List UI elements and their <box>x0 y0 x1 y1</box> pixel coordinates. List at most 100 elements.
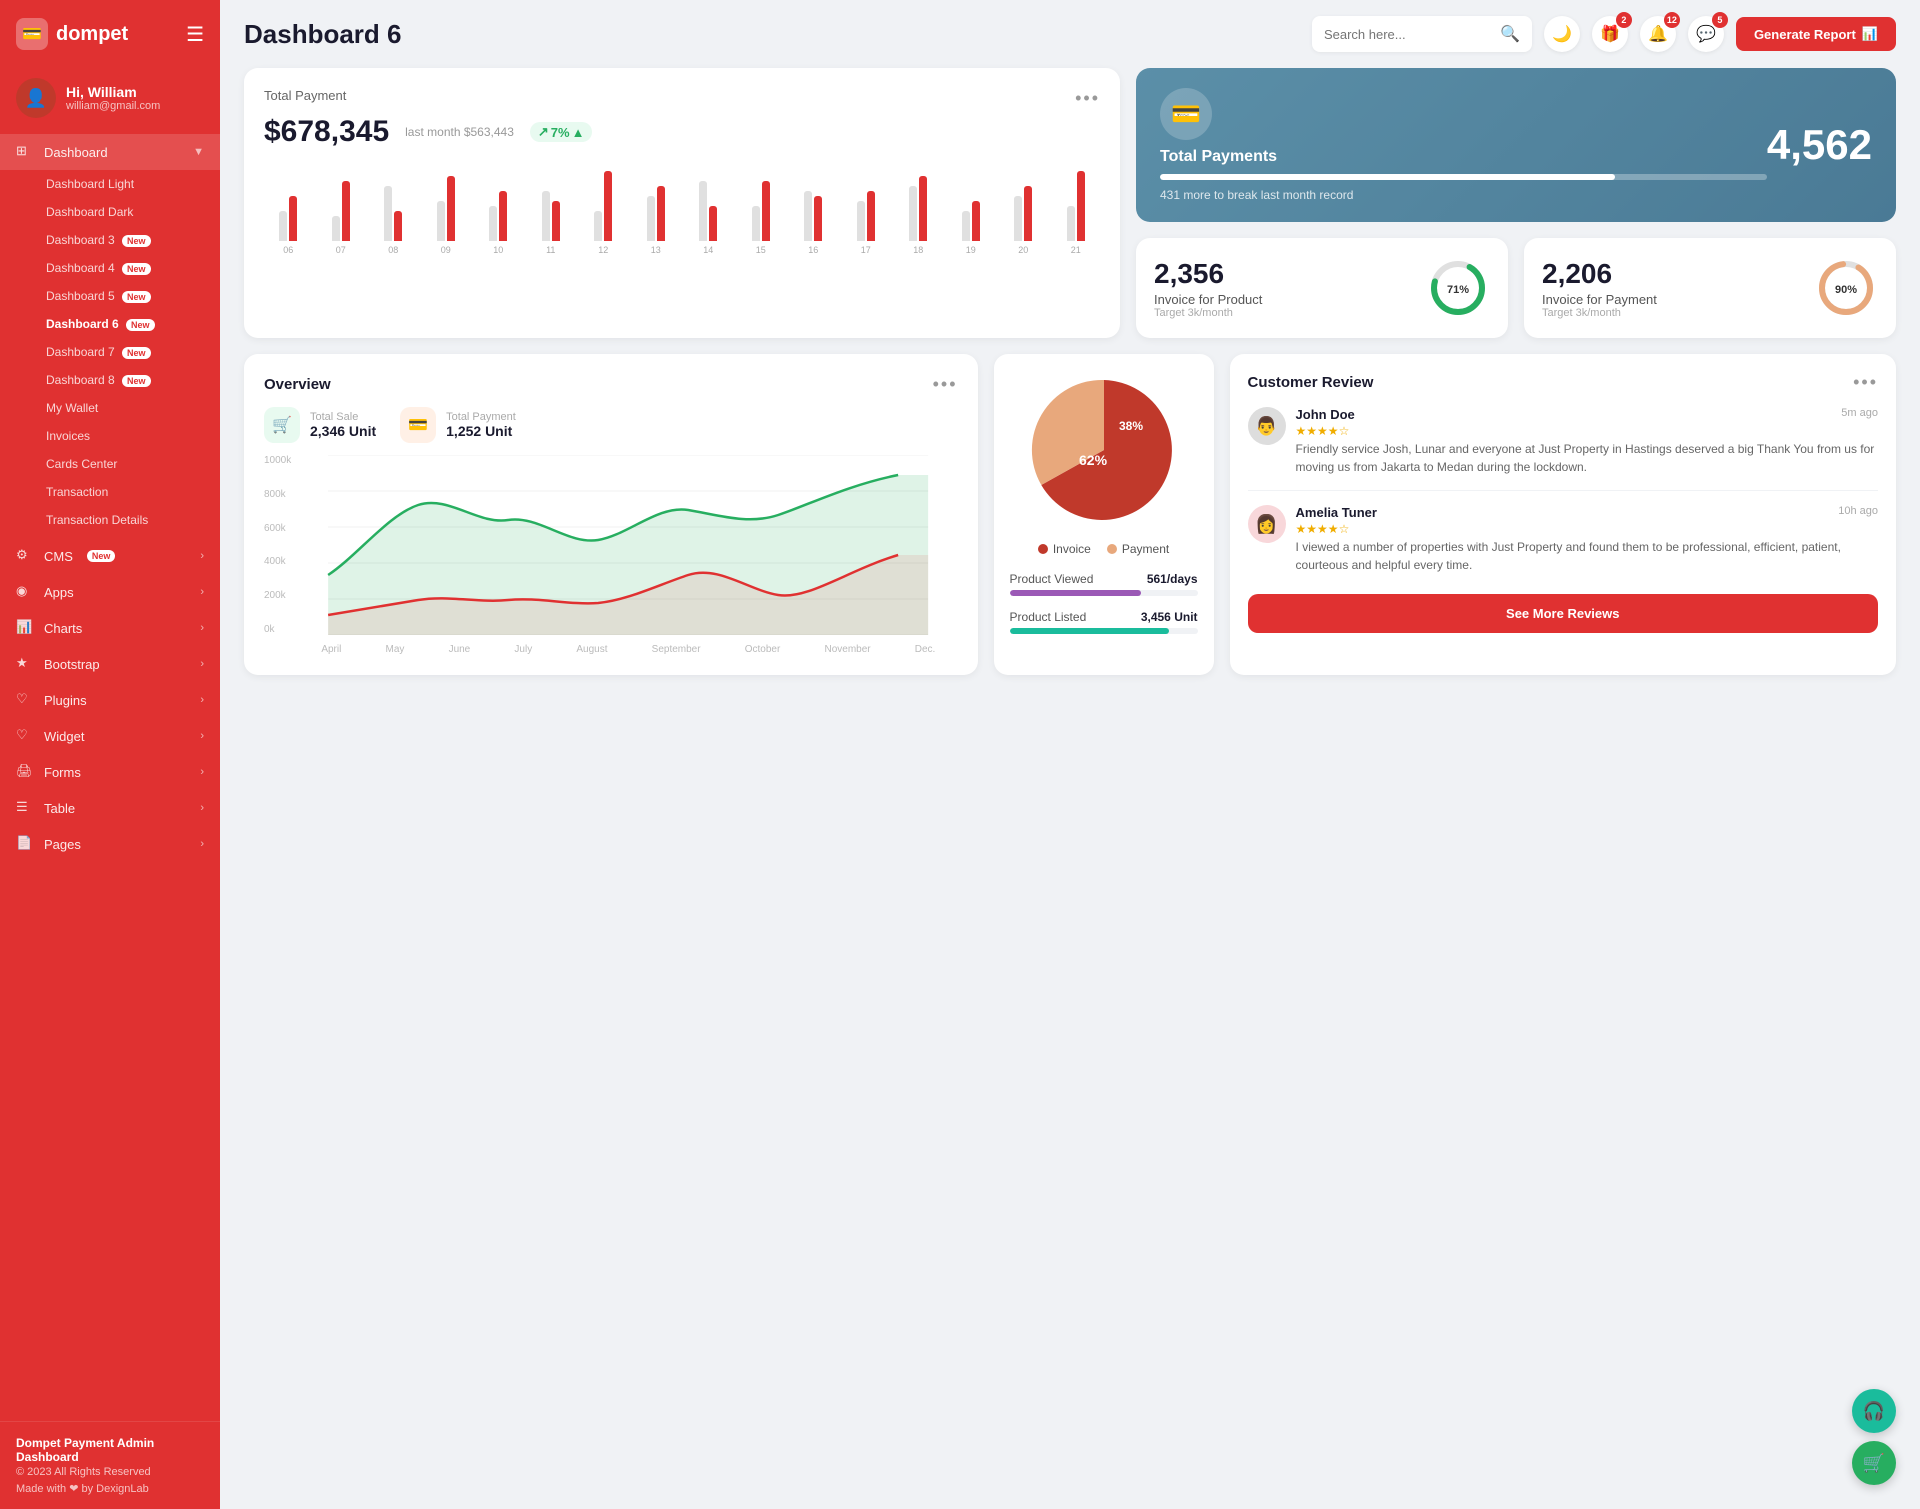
search-box[interactable]: 🔍 <box>1312 16 1532 52</box>
nav-item-widget[interactable]: ♡ Widget › <box>0 718 220 754</box>
nav-item-bootstrap[interactable]: ★ Bootstrap › <box>0 646 220 682</box>
gift-button[interactable]: 🎁 2 <box>1592 16 1628 52</box>
nav-item-apps[interactable]: ◉ Apps › <box>0 574 220 610</box>
sidebar-item-dashboard-3[interactable]: Dashboard 3 New <box>30 226 220 254</box>
sidebar-item-transaction[interactable]: Transaction <box>30 478 220 506</box>
apps-icon: ◉ <box>16 583 34 601</box>
dashboard-icon: ⊞ <box>16 143 34 161</box>
nav-section-dashboard: ⊞ Dashboard ▼ Dashboard Light Dashboard … <box>0 134 220 534</box>
widget-progress-fill <box>1160 174 1615 180</box>
nav-item-plugins[interactable]: ♡ Plugins › <box>0 682 220 718</box>
sidebar-item-dashboard-7[interactable]: Dashboard 7 New <box>30 338 220 366</box>
bar-group-3 <box>422 176 471 241</box>
user-avatar: 👤 <box>16 78 56 118</box>
trend-line-icon: ↗ <box>538 124 549 140</box>
y-label-600k: 600k <box>264 523 291 534</box>
invoice-product-info: 2,356 Invoice for Product Target 3k/mont… <box>1154 258 1262 319</box>
widget-left: 💳 Total Payments 431 more to break last … <box>1160 88 1767 202</box>
area-chart-container: April May June July August September Oct… <box>299 455 957 655</box>
notifications-button[interactable]: 🔔 12 <box>1640 16 1676 52</box>
reviewer-1-name: John Doe <box>1296 407 1355 422</box>
invoice-product-card: 2,356 Invoice for Product Target 3k/mont… <box>1136 238 1508 338</box>
hamburger-icon[interactable]: ☰ <box>186 22 204 47</box>
generate-report-button[interactable]: Generate Report 📊 <box>1736 17 1896 51</box>
gift-badge: 2 <box>1616 12 1632 28</box>
forms-icon: 🖨 <box>16 763 34 781</box>
bar-group-0 <box>264 176 313 241</box>
reviewer-1-time: 5m ago <box>1841 407 1878 422</box>
page-title: Dashboard 6 <box>244 19 402 50</box>
sidebar-item-dashboard-6[interactable]: Dashboard 6 New <box>30 310 220 338</box>
widget-subtitle: 431 more to break last month record <box>1160 188 1767 202</box>
bar-group-1 <box>317 176 366 241</box>
nav-item-pages[interactable]: 📄 Pages › <box>0 826 220 862</box>
sidebar-item-dashboard-5[interactable]: Dashboard 5 New <box>30 282 220 310</box>
nav-item-charts[interactable]: 📊 Charts › <box>0 610 220 646</box>
nav-label-widget: Widget <box>44 729 84 744</box>
legend-payment: Payment <box>1107 542 1169 556</box>
logo-icon: 💳 <box>16 18 48 50</box>
sidebar-item-my-wallet[interactable]: My Wallet <box>30 394 220 422</box>
total-sale-value: 2,346 Unit <box>310 423 376 439</box>
total-sale-label: Total Sale <box>310 411 376 423</box>
bar-group-5 <box>527 176 576 241</box>
bar-red-0 <box>289 196 297 241</box>
user-fullname: William <box>88 84 137 100</box>
messages-button[interactable]: 💬 5 <box>1688 16 1724 52</box>
nav-item-dashboard[interactable]: ⊞ Dashboard ▼ <box>0 134 220 170</box>
widget-title: Total Payments <box>1160 148 1767 166</box>
cart-fab[interactable]: 🛒 <box>1852 1441 1896 1485</box>
overview-menu-button[interactable]: ••• <box>933 374 958 395</box>
nav-label-plugins: Plugins <box>44 693 87 708</box>
sidebar-item-dashboard-4[interactable]: Dashboard 4 New <box>30 254 220 282</box>
reviewer-2-time: 10h ago <box>1838 505 1878 520</box>
sidebar-item-cards-center[interactable]: Cards Center <box>30 450 220 478</box>
nav-item-table[interactable]: ☰ Table › <box>0 790 220 826</box>
sidebar-item-dashboard-dark[interactable]: Dashboard Dark <box>30 198 220 226</box>
nav-label-cms: CMS <box>44 549 73 564</box>
search-input[interactable] <box>1324 27 1492 42</box>
reviewer-1-content: John Doe 5m ago ★★★★☆ Friendly service J… <box>1296 407 1878 476</box>
bar-chart-area: 06070809101112131415161718192021 <box>264 161 1100 255</box>
sidebar-item-dashboard-8[interactable]: Dashboard 8 New <box>30 366 220 394</box>
nav-item-forms[interactable]: 🖨 Forms › <box>0 754 220 790</box>
bar-red-14 <box>1024 186 1032 241</box>
product-viewed-fill <box>1010 590 1142 596</box>
review-divider <box>1248 490 1878 491</box>
total-payments-widget: 💳 Total Payments 431 more to break last … <box>1136 68 1896 222</box>
sale-icon: 🛒 <box>264 407 300 443</box>
wallet-icon: 💳 <box>1160 88 1212 140</box>
review-menu-button[interactable]: ••• <box>1853 372 1878 393</box>
logo-text: dompet <box>56 23 128 46</box>
widget-number: 4,562 <box>1767 121 1872 169</box>
bar-red-6 <box>604 171 612 241</box>
cart-icon: 🛒 <box>1863 1453 1885 1474</box>
reviewer-1-stars: ★★★★☆ <box>1296 424 1878 438</box>
bar-red-1 <box>342 181 350 241</box>
x-label-august: August <box>576 644 607 655</box>
theme-toggle-button[interactable]: 🌙 <box>1544 16 1580 52</box>
see-more-reviews-button[interactable]: See More Reviews <box>1248 594 1878 633</box>
chevron-right-icon-bootstrap: › <box>200 658 204 670</box>
nav-label-bootstrap: Bootstrap <box>44 657 100 672</box>
bar-group-9 <box>737 176 786 241</box>
cms-icon: ⚙ <box>16 547 34 565</box>
product-listed-header: Product Listed 3,456 Unit <box>1010 610 1198 624</box>
footer-title: Dompet Payment Admin Dashboard <box>16 1436 204 1464</box>
sidebar-item-dashboard-light[interactable]: Dashboard Light <box>30 170 220 198</box>
sidebar-item-transaction-details[interactable]: Transaction Details <box>30 506 220 534</box>
bar-gray-12 <box>909 186 917 241</box>
total-payment-stat-value: 1,252 Unit <box>446 423 516 439</box>
bar-label-6: 12 <box>579 245 628 255</box>
chart-bar-icon: 📊 <box>1862 26 1878 42</box>
total-payment-card: Total Payment ••• $678,345 last month $5… <box>244 68 1120 338</box>
bar-gray-7 <box>647 196 655 241</box>
sidebar-item-invoices[interactable]: Invoices <box>30 422 220 450</box>
bar-red-9 <box>762 181 770 241</box>
support-fab[interactable]: 🎧 <box>1852 1389 1896 1433</box>
bar-label-12: 18 <box>894 245 943 255</box>
total-payment-menu-button[interactable]: ••• <box>1075 88 1100 109</box>
nav-item-cms[interactable]: ⚙ CMS New › <box>0 538 220 574</box>
x-label-october: October <box>745 644 781 655</box>
footer-made-text: Made with ❤ by DexignLab <box>16 1482 149 1495</box>
